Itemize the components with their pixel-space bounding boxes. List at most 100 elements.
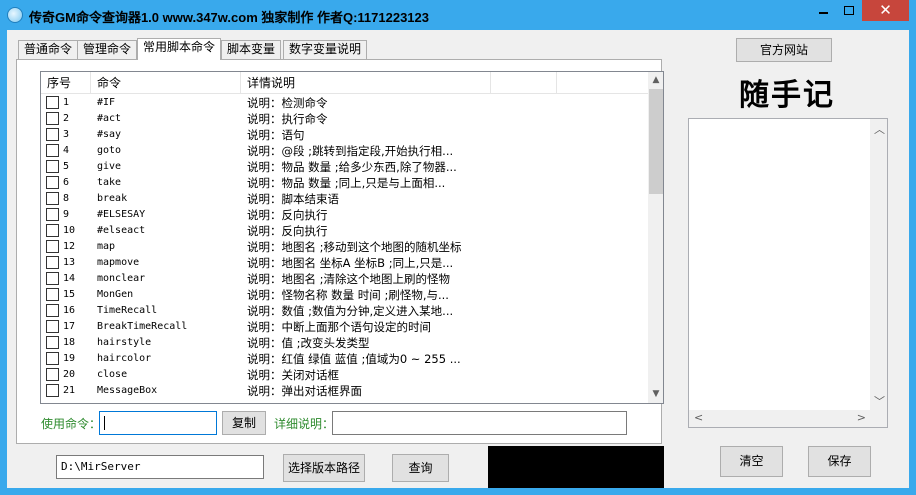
- column-header-empty: [491, 72, 557, 94]
- list-item[interactable]: 21 MessageBox 说明：弹出对话框界面: [41, 383, 648, 399]
- tab-numeric-variables[interactable]: 数字变量说明: [283, 40, 368, 59]
- list-header: 序号 命令 详情说明: [41, 72, 648, 94]
- save-button[interactable]: 保存: [808, 446, 871, 477]
- maximize-button[interactable]: [836, 0, 862, 21]
- notes-vertical-scrollbar[interactable]: ︿ ﹀: [870, 119, 887, 411]
- row-checkbox[interactable]: [46, 256, 59, 269]
- title-bar[interactable]: 传奇GM命令查询器1.0 www.347w.com 独家制作 作者Q:11712…: [0, 0, 916, 30]
- row-checkbox[interactable]: [46, 288, 59, 301]
- row-description: 说明：地图名 ;移动到这个地图的随机坐标: [247, 240, 462, 254]
- row-checkbox[interactable]: [46, 224, 59, 237]
- row-checkbox[interactable]: [46, 320, 59, 333]
- notes-horizontal-scrollbar[interactable]: < >: [689, 410, 871, 427]
- list-vertical-scrollbar[interactable]: ▲ ▼: [648, 72, 663, 403]
- row-number: 3: [63, 129, 70, 140]
- list-item[interactable]: 10 #elseact 说明：反向执行: [41, 223, 648, 239]
- copy-button[interactable]: 复制: [222, 411, 266, 435]
- command-list[interactable]: 序号 命令 详情说明 1 #IF 说明：检测命令 2 #act 说明：执行命令 3 #say 说…: [40, 71, 664, 404]
- row-checkbox[interactable]: [46, 272, 59, 285]
- list-item[interactable]: 13 mapmove 说明：地图名 坐标A 坐标B ;同上,只是...: [41, 255, 648, 271]
- list-item[interactable]: 8 break 说明：脚本结束语: [41, 191, 648, 207]
- clear-button[interactable]: 清空: [720, 446, 783, 477]
- list-item[interactable]: 15 MonGen 说明：怪物名称 数量 时间 ;刷怪物,与...: [41, 287, 648, 303]
- window-title: 传奇GM命令查询器1.0 www.347w.com 独家制作 作者Q:11712…: [29, 10, 429, 25]
- row-checkbox[interactable]: [46, 176, 59, 189]
- row-description: 说明：怪物名称 数量 时间 ;刷怪物,与...: [247, 288, 449, 302]
- detail-input[interactable]: [332, 411, 627, 435]
- list-item[interactable]: 18 hairstyle 说明：值 ;改变头发类型: [41, 335, 648, 351]
- app-window: 传奇GM命令查询器1.0 www.347w.com 独家制作 作者Q:11712…: [0, 0, 916, 495]
- row-checkbox[interactable]: [46, 304, 59, 317]
- row-number: 5: [63, 161, 70, 172]
- close-icon: ✕: [879, 1, 892, 19]
- row-command: #act: [97, 113, 122, 124]
- row-checkbox[interactable]: [46, 240, 59, 253]
- row-description: 说明：@段 ;跳转到指定段,开始执行相...: [247, 144, 454, 158]
- close-button[interactable]: ✕: [862, 0, 909, 21]
- list-item[interactable]: 5 give 说明：物品 数量 ;给多少东西,除了物器...: [41, 159, 648, 175]
- column-header-description[interactable]: 详情说明: [241, 72, 491, 94]
- path-input[interactable]: D:\MirServer: [56, 455, 264, 479]
- scroll-up-icon[interactable]: ▲: [648, 72, 663, 89]
- scroll-right-icon[interactable]: >: [857, 411, 866, 424]
- row-checkbox[interactable]: [46, 96, 59, 109]
- row-number: 21: [63, 385, 76, 396]
- scroll-down-icon[interactable]: ▼: [648, 386, 663, 403]
- column-header-number[interactable]: 序号: [41, 72, 91, 94]
- row-description: 说明：数值 ;数值为分钟,定义进入某地...: [247, 304, 454, 318]
- query-button[interactable]: 查询: [392, 454, 449, 482]
- row-checkbox[interactable]: [46, 160, 59, 173]
- scroll-thumb[interactable]: [649, 89, 663, 194]
- row-checkbox[interactable]: [46, 336, 59, 349]
- use-command-label: 使用命令：: [41, 417, 102, 431]
- row-description: 说明：红值 绿值 蓝值 ;值域为0 ~ 255 ...: [247, 352, 461, 366]
- list-item[interactable]: 3 #say 说明：语句: [41, 127, 648, 143]
- row-checkbox[interactable]: [46, 384, 59, 397]
- scroll-left-icon[interactable]: <: [694, 411, 703, 424]
- row-command: MonGen: [97, 289, 134, 300]
- list-item[interactable]: 20 close 说明：关闭对话框: [41, 367, 648, 383]
- row-description: 说明：语句: [247, 128, 305, 142]
- row-checkbox[interactable]: [46, 144, 59, 157]
- tab-admin-commands[interactable]: 管理命令: [77, 40, 138, 59]
- column-header-command[interactable]: 命令: [91, 72, 241, 94]
- row-command: haircolor: [97, 353, 152, 364]
- row-checkbox[interactable]: [46, 112, 59, 125]
- scroll-up-icon[interactable]: ︿: [874, 121, 885, 137]
- row-command: monclear: [97, 273, 146, 284]
- row-number: 1: [63, 97, 70, 108]
- list-item[interactable]: 19 haircolor 说明：红值 绿值 蓝值 ;值域为0 ~ 255 ...: [41, 351, 648, 367]
- tab-normal-commands[interactable]: 普通命令: [18, 40, 79, 59]
- row-number: 2: [63, 113, 70, 124]
- row-checkbox[interactable]: [46, 192, 59, 205]
- row-checkbox[interactable]: [46, 352, 59, 365]
- scroll-down-icon[interactable]: ﹀: [874, 393, 885, 409]
- text-caret: [104, 416, 105, 430]
- tab-common-script-commands[interactable]: 常用脚本命令: [137, 38, 222, 60]
- row-checkbox[interactable]: [46, 368, 59, 381]
- choose-path-button[interactable]: 选择版本路径: [283, 454, 365, 482]
- list-item[interactable]: 6 take 说明：物品 数量 ;同上,只是与上面相...: [41, 175, 648, 191]
- list-item[interactable]: 14 monclear 说明：地图名 ;清除这个地图上刷的怪物: [41, 271, 648, 287]
- list-item[interactable]: 16 TimeRecall 说明：数值 ;数值为分钟,定义进入某地...: [41, 303, 648, 319]
- row-number: 18: [63, 337, 76, 348]
- row-checkbox[interactable]: [46, 128, 59, 141]
- list-body: 1 #IF 说明：检测命令 2 #act 说明：执行命令 3 #say 说明：语句 4 goto 说明…: [41, 95, 648, 399]
- list-item[interactable]: 1 #IF 说明：检测命令: [41, 95, 648, 111]
- list-item[interactable]: 9 #ELSESAY 说明：反向执行: [41, 207, 648, 223]
- list-item[interactable]: 12 map 说明：地图名 ;移动到这个地图的随机坐标: [41, 239, 648, 255]
- use-command-input[interactable]: [99, 411, 217, 435]
- official-website-button[interactable]: 官方网站: [736, 38, 832, 62]
- maximize-icon: [844, 6, 854, 15]
- row-number: 16: [63, 305, 76, 316]
- list-item[interactable]: 17 BreakTimeRecall 说明：中断上面那个语句设定的时间: [41, 319, 648, 335]
- tab-script-variables[interactable]: 脚本变量: [221, 40, 282, 59]
- row-description: 说明：物品 数量 ;给多少东西,除了物器...: [247, 160, 457, 174]
- notes-textarea[interactable]: ︿ ﹀ < >: [688, 118, 888, 428]
- row-checkbox[interactable]: [46, 208, 59, 221]
- note-title: 随手记: [739, 78, 835, 113]
- minimize-button[interactable]: [810, 0, 836, 21]
- list-item[interactable]: 4 goto 说明：@段 ;跳转到指定段,开始执行相...: [41, 143, 648, 159]
- scrollbar-corner: [870, 410, 887, 427]
- list-item[interactable]: 2 #act 说明：执行命令: [41, 111, 648, 127]
